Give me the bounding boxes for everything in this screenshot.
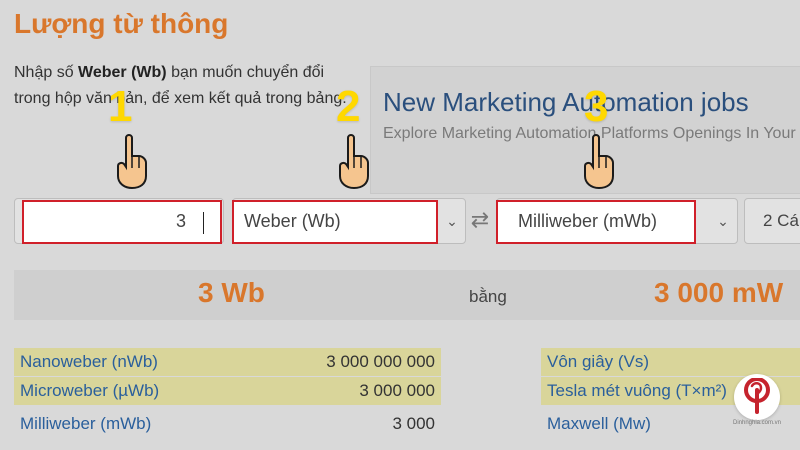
unit-value: 3 000 000 bbox=[359, 381, 435, 400]
site-logo bbox=[734, 374, 780, 420]
to-unit-label: Milliweber (mWb) bbox=[518, 211, 657, 231]
value-input[interactable]: 3 bbox=[22, 200, 222, 244]
decimals-select[interactable]: 2 Cá bbox=[744, 198, 800, 244]
text-cursor bbox=[203, 212, 204, 234]
intro-before: Nhập số bbox=[14, 64, 79, 81]
to-unit-select[interactable]: Milliweber (mWb) bbox=[496, 200, 696, 244]
unit-value: 3 000 000 000 bbox=[326, 352, 435, 371]
chevron-down-icon[interactable]: ⌄ bbox=[443, 212, 461, 230]
from-unit-select[interactable]: Weber (Wb) bbox=[232, 200, 438, 244]
unit-link[interactable]: Maxwell (Mw) bbox=[547, 410, 651, 438]
site-logo-text: Dinhnghia.com.vn bbox=[732, 420, 782, 426]
table-row: Milliweber (mWb) 3 000 bbox=[14, 410, 441, 438]
result-connector: bằng bbox=[469, 287, 507, 306]
step-marker-1: 1 bbox=[108, 82, 133, 131]
from-unit-label: Weber (Wb) bbox=[244, 211, 341, 231]
pointing-hand-icon bbox=[575, 132, 623, 192]
unit-link[interactable]: Microweber (µWb) bbox=[20, 377, 159, 405]
result-left: 3 Wb bbox=[198, 277, 265, 308]
intro-bold: Weber (Wb) bbox=[78, 64, 167, 81]
value-input-text: 3 bbox=[175, 211, 186, 231]
table-row: Vôn giây (Vs) bbox=[541, 348, 800, 376]
pointing-hand-icon bbox=[108, 132, 156, 192]
unit-link[interactable]: Vôn giây (Vs) bbox=[547, 348, 649, 376]
unit-link[interactable]: Milliweber (mWb) bbox=[20, 410, 151, 438]
pointing-hand-icon bbox=[330, 132, 378, 192]
intro-text: Nhập số Weber (Wb) bạn muốn chuyển đổi t… bbox=[14, 60, 364, 112]
unit-link[interactable]: Tesla mét vuông (T×m²) bbox=[547, 377, 727, 405]
result-right: 3 000 mW bbox=[654, 277, 784, 308]
step-marker-2: 2 bbox=[336, 82, 361, 131]
page-title: Lượng từ thông bbox=[14, 8, 229, 39]
unit-value: 3 000 bbox=[392, 414, 435, 433]
decimals-label: 2 Cá bbox=[763, 211, 799, 230]
table-row: Microweber (µWb) 3 000 000 bbox=[14, 377, 441, 405]
page: Lượng từ thông Nhập số Weber (Wb) bạn mu… bbox=[0, 0, 800, 450]
chevron-down-icon[interactable]: ⌄ bbox=[714, 212, 732, 230]
unit-link[interactable]: Nanoweber (nWb) bbox=[20, 348, 158, 376]
step-marker-3: 3 bbox=[584, 82, 609, 131]
ad-title[interactable]: New Marketing Automation jobs bbox=[383, 87, 749, 118]
swap-icon[interactable]: ⇄ bbox=[468, 208, 492, 232]
table-row: Nanoweber (nWb) 3 000 000 000 bbox=[14, 348, 441, 376]
